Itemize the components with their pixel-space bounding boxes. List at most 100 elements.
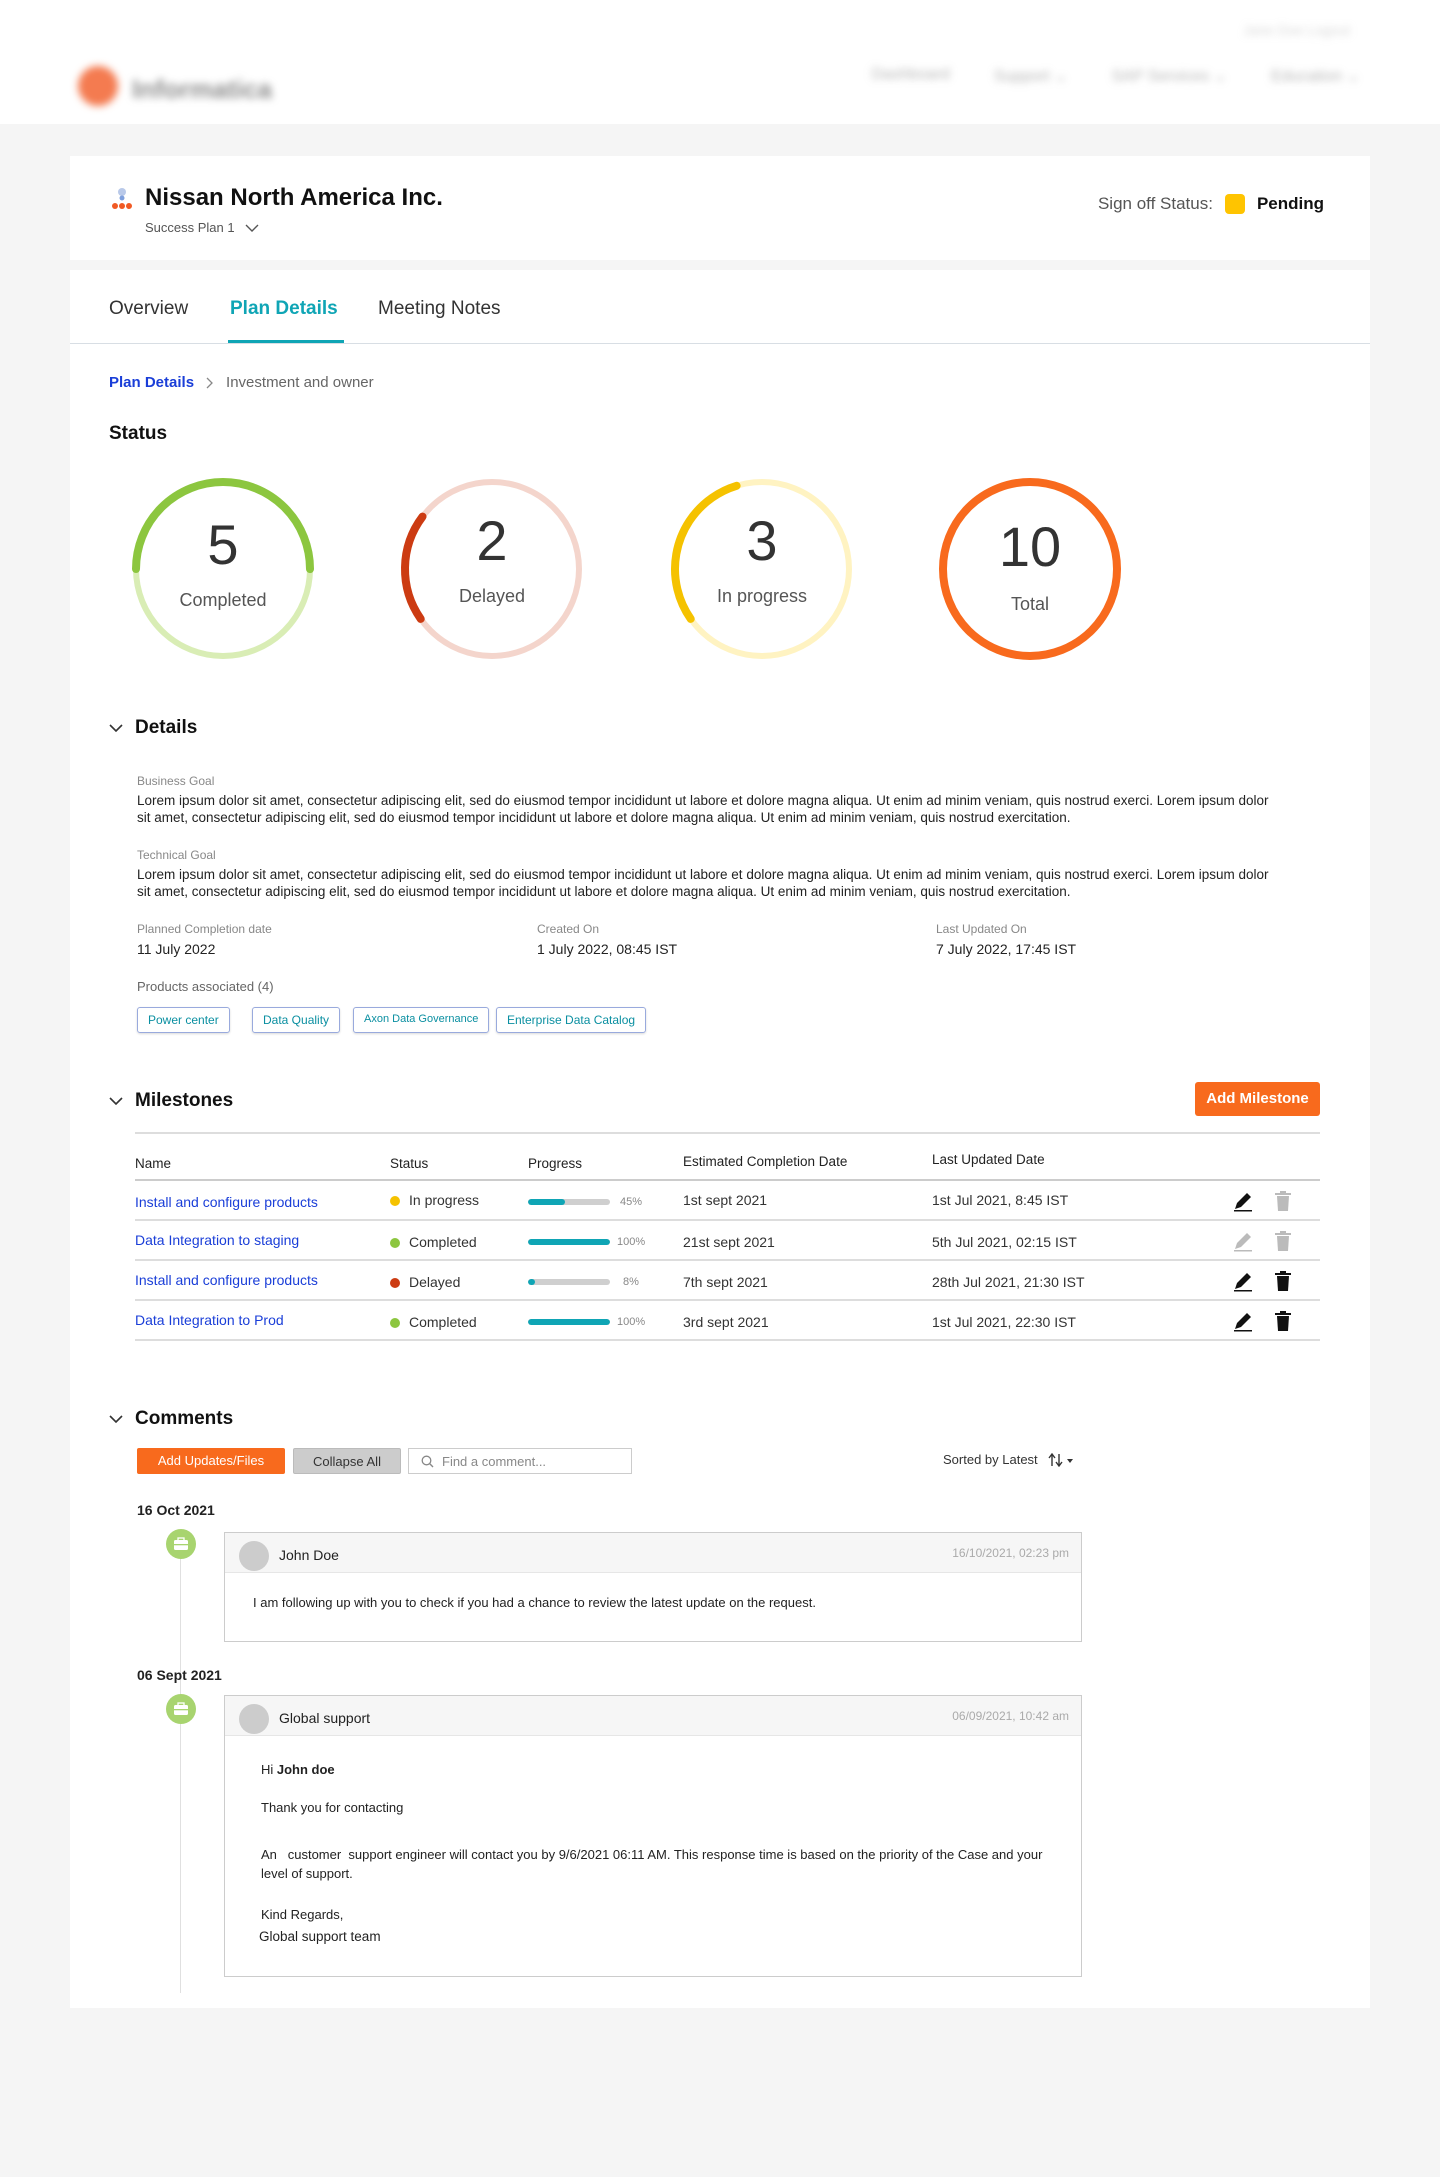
product-chip[interactable]: Axon Data Governance — [353, 1007, 490, 1033]
chevron-right-icon — [206, 377, 213, 388]
tab-meeting-notes[interactable]: Meeting Notes — [378, 298, 501, 320]
product-chip[interactable]: Enterprise Data Catalog — [496, 1007, 647, 1033]
table-header: Name Status Progress Estimated Completio… — [135, 1132, 1320, 1181]
logo-text[interactable]: Informatica — [132, 74, 272, 105]
plan-selector[interactable]: Success Plan 1 — [145, 220, 259, 235]
chevron-down-icon[interactable] — [109, 1097, 123, 1105]
milestones-title: Milestones — [135, 1090, 234, 1111]
status-title: Status — [109, 423, 168, 444]
edit-icon[interactable] — [1232, 1190, 1254, 1212]
milestone-name-link[interactable]: Install and configure products — [135, 1272, 318, 1288]
nav-item-services[interactable]: SAP Services ⌄ — [1112, 66, 1227, 86]
trash-handle — [1280, 1311, 1286, 1313]
comment-author: John Doe — [279, 1547, 339, 1563]
trash-lid — [1275, 1193, 1291, 1195]
planned-date-label: Planned Completion date — [137, 922, 272, 936]
add-updates-button[interactable]: Add Updates/Files — [137, 1448, 285, 1474]
table-row: Data Integration to Prod Completed 100% … — [135, 1301, 1320, 1341]
trash-body — [1277, 1316, 1289, 1331]
updated-date: 1st Jul 2021, 22:30 IST — [932, 1314, 1076, 1330]
comment-header: John Doe 16/10/2021, 02:23 pm — [225, 1533, 1081, 1573]
nav-item-education[interactable]: Education ⌄ — [1271, 66, 1360, 86]
pencil-base — [1234, 1250, 1252, 1252]
signoff-label: Sign off Status: — [1097, 194, 1213, 213]
progress-bar — [528, 1319, 610, 1325]
breadcrumb-link[interactable]: Plan Details — [109, 374, 194, 391]
status-ring-in-progress: 3 In progress — [667, 474, 857, 664]
user-utility[interactable]: Jane Doe Logout — [1243, 22, 1350, 38]
edit-icon[interactable] — [1232, 1230, 1254, 1252]
pencil-shape — [1235, 1313, 1251, 1329]
plan-header: Nissan North America Inc. Success Plan 1… — [70, 156, 1370, 260]
milestone-name-link[interactable]: Install and configure products — [135, 1194, 318, 1210]
ring-label: In progress — [716, 586, 808, 606]
sort-control[interactable]: Sorted by Latest — [943, 1452, 1074, 1467]
collapse-all-button[interactable]: Collapse All — [293, 1448, 401, 1474]
trash-lid — [1275, 1273, 1291, 1275]
details-title: Details — [135, 717, 198, 738]
comments-heading[interactable]: Comments — [109, 1408, 233, 1430]
progress-fill — [528, 1319, 610, 1325]
delete-icon[interactable] — [1272, 1270, 1294, 1292]
tab-plan-details[interactable]: Plan Details — [230, 298, 338, 320]
status-ring-delayed: 2 Delayed — [397, 474, 587, 664]
comment-search-input[interactable]: Find a comment... — [408, 1448, 632, 1474]
product-chip[interactable]: Data Quality — [252, 1007, 341, 1033]
logo-icon[interactable] — [78, 66, 118, 106]
delete-icon[interactable] — [1272, 1230, 1294, 1252]
edit-icon[interactable] — [1232, 1310, 1254, 1332]
milestone-name-link[interactable]: Data Integration to Prod — [135, 1312, 284, 1328]
ring-value: 3 — [746, 509, 778, 572]
nav-menu: Dashboard Support ⌄ SAP Services ⌄ Educa… — [871, 66, 1360, 86]
search-placeholder: Find a comment... — [442, 1453, 547, 1469]
technical-goal-text: Lorem ipsum dolor sit amet, consectetur … — [137, 867, 1269, 899]
pencil-shape — [1235, 1233, 1251, 1249]
status-ring-completed: 5 Completed — [128, 474, 318, 664]
status-dot — [390, 1318, 400, 1328]
est-date: 3rd sept 2021 — [683, 1314, 769, 1330]
comment-timestamp: 06/09/2021, 10:42 am — [952, 1709, 1069, 1723]
progress-fill — [528, 1279, 535, 1285]
status-text: Completed — [409, 1234, 477, 1250]
chevron-down-icon[interactable] — [109, 1415, 123, 1423]
business-goal-label: Business Goal — [137, 774, 215, 788]
milestones-heading[interactable]: Milestones — [109, 1090, 233, 1112]
comment-date: 06 Sept 2021 — [137, 1667, 222, 1683]
timeline-line — [180, 1708, 181, 1993]
add-milestone-button[interactable]: Add Milestone — [1195, 1082, 1320, 1116]
milestone-name-link[interactable]: Data Integration to staging — [135, 1232, 299, 1248]
updated-date: 1st Jul 2021, 8:45 IST — [932, 1192, 1069, 1208]
signoff-status: Sign off Status: Pending — [1098, 194, 1324, 214]
edit-icon[interactable] — [1232, 1270, 1254, 1292]
last-updated-label: Last Updated On — [936, 922, 1027, 936]
nav-item-dashboard[interactable]: Dashboard — [871, 66, 949, 86]
updated-date: 5th Jul 2021, 02:15 IST — [932, 1234, 1077, 1250]
briefcase-glyph — [174, 1702, 188, 1715]
breadcrumb-current: Investment and owner — [226, 374, 374, 391]
briefcase-glyph — [174, 1537, 188, 1550]
est-date: 7th sept 2021 — [683, 1274, 768, 1290]
details-heading[interactable]: Details — [109, 717, 197, 739]
tab-overview[interactable]: Overview — [109, 298, 188, 320]
trash-svg — [1275, 1311, 1291, 1331]
status-text: In progress — [409, 1192, 480, 1208]
delete-icon[interactable] — [1272, 1190, 1294, 1212]
tab-bar: Overview Plan Details Meeting Notes — [70, 270, 1370, 344]
greeting-text: Hi — [261, 1762, 277, 1777]
status-indicator-icon — [1224, 194, 1245, 214]
delete-icon[interactable] — [1272, 1310, 1294, 1332]
progress-percent: 100% — [617, 1316, 646, 1328]
pencil-svg — [1234, 1273, 1252, 1292]
status-heading: Status — [109, 423, 167, 445]
plan-details-panel: Overview Plan Details Meeting Notes Plan… — [70, 270, 1370, 2008]
progress-percent: 100% — [617, 1236, 646, 1248]
comment-greeting: Hi John doe — [261, 1762, 335, 1777]
chevron-down-icon[interactable] — [109, 724, 123, 732]
trash-lid — [1275, 1313, 1291, 1315]
greeting-name: John doe — [276, 1762, 335, 1777]
progress-fill — [528, 1239, 610, 1245]
sort-icon[interactable] — [1048, 1452, 1074, 1467]
product-chip[interactable]: Power center — [137, 1007, 230, 1033]
nav-item-support[interactable]: Support ⌄ — [994, 66, 1068, 86]
table-row: Install and configure products In progre… — [135, 1181, 1320, 1221]
